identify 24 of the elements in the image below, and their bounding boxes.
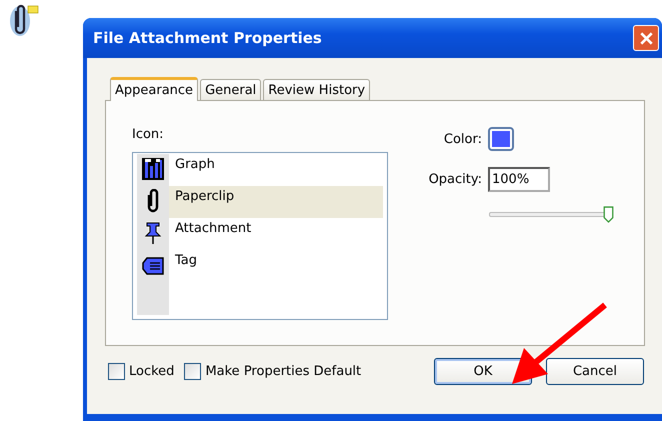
color-swatch[interactable] [488, 127, 514, 151]
opacity-field[interactable]: 100% [488, 166, 550, 192]
checkbox-label: Locked [129, 364, 174, 378]
slider-thumb[interactable] [602, 206, 614, 223]
list-gutter [137, 282, 169, 315]
window-title: File Attachment Properties [93, 29, 323, 47]
icon-list-item[interactable]: Tag [137, 250, 383, 282]
tab[interactable]: Appearance [110, 77, 198, 101]
close-icon [640, 32, 652, 44]
bar-chart-icon [141, 157, 165, 181]
dialog-button[interactable]: Cancel [546, 358, 644, 384]
opacity-slider[interactable] [489, 206, 611, 224]
tab[interactable]: General [200, 79, 262, 100]
icon-label: Icon: [132, 127, 165, 142]
checkbox[interactable] [108, 362, 125, 380]
tab[interactable]: Review History [263, 79, 370, 100]
icon-list-item[interactable]: Attachment [137, 218, 383, 250]
checkbox-label: Make Properties Default [205, 364, 362, 378]
icon-list-item[interactable]: Paperclip [137, 186, 383, 218]
close-button[interactable] [633, 25, 659, 51]
opacity-label: Opacity: [428, 172, 482, 186]
checkbox[interactable] [184, 362, 202, 380]
color-label: Color: [442, 132, 482, 146]
icon-list-item[interactable]: Graph [137, 154, 383, 186]
